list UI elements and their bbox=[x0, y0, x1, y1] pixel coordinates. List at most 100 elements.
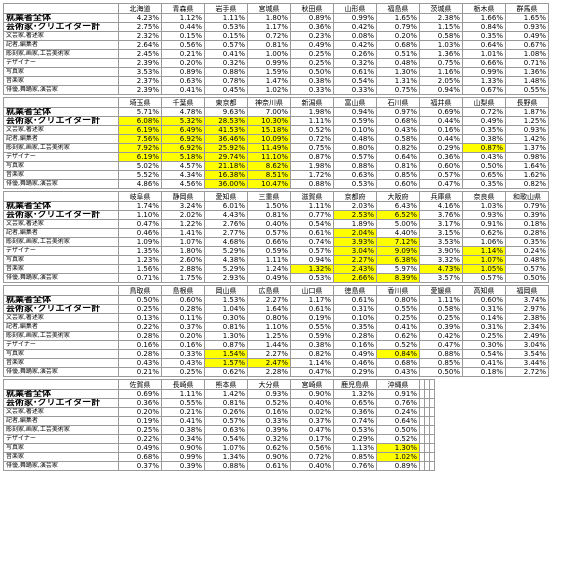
value-cell: 0.25% bbox=[419, 313, 463, 323]
value-cell: 0.59% bbox=[333, 116, 377, 126]
prefecture-header: 山梨県 bbox=[462, 97, 506, 108]
value-cell: 1.11% bbox=[247, 255, 291, 265]
value-cell: 0.39% bbox=[419, 322, 463, 332]
row-label: 音楽家 bbox=[3, 358, 119, 368]
table-row: 記者,編集者 0.22% 0.37% 0.81% 1.10% 0.55% 0.35% 0.41… bbox=[3, 322, 549, 332]
empty-cell bbox=[429, 416, 435, 426]
value-cell: 0.93% bbox=[505, 125, 549, 135]
value-cell: 0.60% bbox=[376, 179, 420, 189]
row-label: 彫刻家,画家,工芸美術家 bbox=[3, 425, 119, 435]
value-cell: 8.51% bbox=[247, 170, 291, 180]
value-cell: 1.14% bbox=[462, 246, 506, 256]
table-row: 俳優,舞踊家,演芸家 0.71% 1.75% 2.93% 0.49% 0.53% 2.66%… bbox=[3, 273, 549, 283]
value-cell: 0.59% bbox=[290, 331, 334, 341]
value-cell: 0.55% bbox=[376, 304, 420, 314]
value-cell: 1.72% bbox=[290, 170, 334, 180]
value-cell: 36.00% bbox=[204, 179, 248, 189]
value-cell: 1.34% bbox=[204, 452, 248, 462]
row-label: 記者,編集者 bbox=[3, 416, 119, 426]
value-cell: 2.77% bbox=[204, 228, 248, 238]
value-cell: 0.25% bbox=[376, 313, 420, 323]
value-cell: 1.98% bbox=[290, 161, 334, 171]
row-label: 彫刻家,画家,工芸美術家 bbox=[3, 237, 119, 247]
value-cell: 1.32% bbox=[333, 389, 377, 399]
value-cell: 1.42% bbox=[505, 134, 549, 144]
value-cell: 6.01% bbox=[204, 201, 248, 211]
value-cell: 1.25% bbox=[247, 331, 291, 341]
value-cell: 0.37% bbox=[161, 322, 205, 332]
value-cell: 0.25% bbox=[290, 49, 334, 59]
value-cell: 1.47% bbox=[247, 76, 291, 86]
value-cell: 0.28% bbox=[161, 304, 205, 314]
value-cell: 0.36% bbox=[333, 407, 377, 417]
value-cell: 0.13% bbox=[118, 313, 162, 323]
row-label: 音楽家 bbox=[3, 170, 119, 180]
value-cell: 0.66% bbox=[462, 58, 506, 68]
prefecture-header: 福岡県 bbox=[505, 285, 549, 296]
prefecture-header: 山口県 bbox=[290, 285, 334, 296]
value-cell: 0.48% bbox=[333, 134, 377, 144]
value-cell: 0.39% bbox=[161, 461, 205, 471]
value-cell: 0.85% bbox=[333, 452, 377, 462]
value-cell: 1.31% bbox=[376, 76, 420, 86]
empty-cell bbox=[429, 407, 435, 417]
table-row: 記者,編集者 7.56% 6.92% 36.46% 10.09% 0.72% 0.48% 0.… bbox=[3, 134, 549, 144]
value-cell: 0.61% bbox=[290, 228, 334, 238]
value-cell: 0.42% bbox=[419, 331, 463, 341]
empty-cell bbox=[429, 425, 435, 435]
value-cell: 0.91% bbox=[462, 219, 506, 229]
value-cell: 0.46% bbox=[333, 358, 377, 368]
value-cell: 2.27% bbox=[247, 349, 291, 359]
value-cell: 0.84% bbox=[376, 349, 420, 359]
value-cell: 0.53% bbox=[333, 179, 377, 189]
table-row: 記者,編集者 2.64% 0.56% 0.57% 0.81% 0.49% 0.42% 0.68… bbox=[3, 40, 549, 50]
value-cell: 0.60% bbox=[161, 295, 205, 305]
value-cell: 0.18% bbox=[505, 219, 549, 229]
row-label: 就業者全体 bbox=[3, 295, 119, 305]
value-cell: 0.61% bbox=[290, 304, 334, 314]
header-corner bbox=[3, 3, 119, 14]
value-cell: 0.28% bbox=[118, 331, 162, 341]
prefecture-share-sheet: 北海道 青森県 岩手県 宮城県 秋田県 山形県 福島県 茨城県 栃木県 群馬県 就業者全体 4.23%… bbox=[3, 3, 549, 471]
prefecture-header: 鹿児島県 bbox=[333, 379, 377, 390]
table-row: 就業者全体 0.50% 0.60% 1.53% 2.27% 1.17% 0.61% 0.80%… bbox=[3, 295, 549, 305]
table-row: 就業者全体 0.69% 1.11% 1.42% 0.93% 0.90% 1.32% 0.91% bbox=[3, 389, 435, 399]
empty-cell bbox=[429, 389, 435, 399]
value-cell: 0.39% bbox=[505, 210, 549, 220]
value-cell: 0.16% bbox=[118, 340, 162, 350]
value-cell: 0.16% bbox=[419, 125, 463, 135]
value-cell: 7.12% bbox=[376, 237, 420, 247]
prefecture-header: 和歌山県 bbox=[505, 191, 549, 202]
value-cell: 0.40% bbox=[290, 461, 334, 471]
value-cell: 1.13% bbox=[333, 443, 377, 453]
table-row: 俳優,舞踊家,演芸家 2.39% 0.41% 0.45% 1.02% 0.33% 0.33%… bbox=[3, 85, 549, 95]
value-cell: 0.46% bbox=[118, 228, 162, 238]
table-row: 就業者全体 1.74% 3.24% 6.01% 1.50% 1.11% 2.03% 6.43%… bbox=[3, 201, 549, 211]
prefecture-header: 沖縄県 bbox=[376, 379, 420, 390]
value-cell: 1.48% bbox=[505, 76, 549, 86]
value-cell: 0.72% bbox=[247, 31, 291, 41]
row-label: 文芸家,著述家 bbox=[3, 313, 119, 323]
value-cell: 0.62% bbox=[376, 331, 420, 341]
value-cell: 3.04% bbox=[505, 340, 549, 350]
value-cell: 0.43% bbox=[161, 358, 205, 368]
prefecture-header: 三重県 bbox=[247, 191, 291, 202]
value-cell: 0.49% bbox=[333, 349, 377, 359]
header-corner bbox=[3, 97, 119, 108]
value-cell: 0.43% bbox=[462, 152, 506, 162]
value-cell: 0.78% bbox=[204, 76, 248, 86]
value-cell: 1.02% bbox=[376, 452, 420, 462]
prefecture-header-row: 埼玉県 千葉県 東京都 神奈川県 新潟県 富山県 石川県 福井県 山梨県 長野県 bbox=[3, 97, 549, 108]
prefecture-header: 長崎県 bbox=[161, 379, 205, 390]
value-cell: 0.57% bbox=[505, 264, 549, 274]
value-cell: 21.18% bbox=[204, 161, 248, 171]
prefecture-header: 広島県 bbox=[247, 285, 291, 296]
value-cell: 0.18% bbox=[462, 367, 506, 377]
value-cell: 0.21% bbox=[161, 407, 205, 417]
value-cell: 0.17% bbox=[290, 434, 334, 444]
value-cell: 0.68% bbox=[376, 358, 420, 368]
value-cell: 0.43% bbox=[376, 125, 420, 135]
value-cell: 0.41% bbox=[376, 322, 420, 332]
value-cell: 0.26% bbox=[204, 407, 248, 417]
value-cell: 8.62% bbox=[247, 161, 291, 171]
